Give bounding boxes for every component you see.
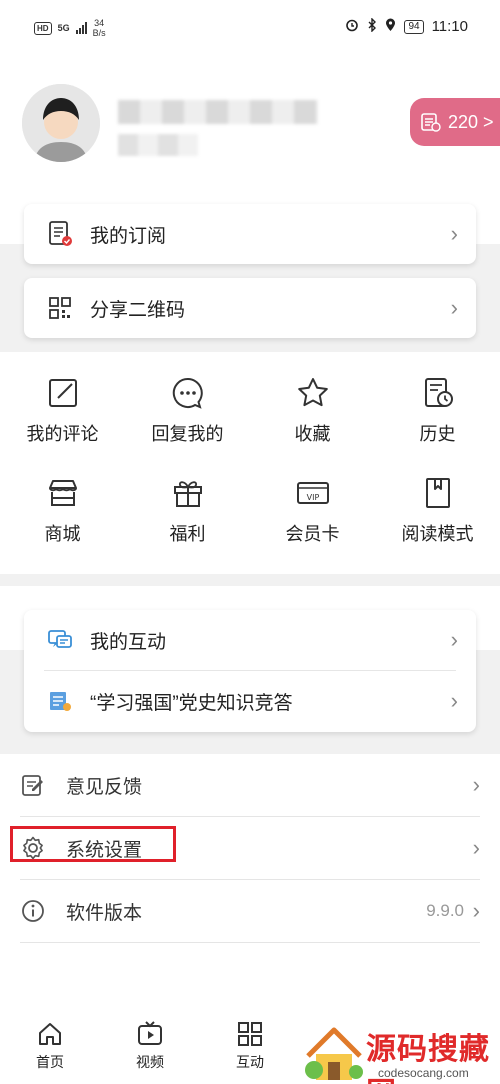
tab-home[interactable]: 首页 — [0, 1012, 100, 1084]
gift-icon — [173, 481, 202, 507]
grid-item-reading-mode[interactable]: 阅读模式 — [375, 462, 500, 562]
share-qr-label: 分享二维码 — [90, 299, 186, 321]
quiz-icon — [46, 687, 74, 715]
tab-video[interactable]: 视频 — [100, 1012, 200, 1084]
grid-item-benefits[interactable]: 福利 — [125, 462, 250, 562]
info-icon — [22, 900, 44, 922]
tab-label: 视频 — [136, 1054, 164, 1070]
svg-text:VIP: VIP — [306, 493, 319, 502]
edit-icon — [48, 379, 77, 407]
grid-label: 收藏 — [294, 424, 331, 444]
watermark-url: codesocang.com — [378, 1066, 469, 1080]
software-version-row[interactable]: 软件版本 9.9.0 › — [0, 880, 500, 942]
qr-card: 分享二维码 › — [24, 278, 476, 338]
chevron-right-icon: › — [450, 627, 458, 652]
section-separator — [0, 574, 500, 586]
grid-label: 阅读模式 — [401, 524, 474, 544]
points-value: 220 > — [448, 111, 494, 132]
chevron-right-icon: › — [472, 898, 480, 923]
grid-item-favorites[interactable]: 收藏 — [250, 362, 375, 462]
grid-item-vip-card[interactable]: VIP 会员卡 — [250, 462, 375, 562]
status-right: 94 11:10 — [345, 17, 468, 35]
bookmark-icon — [425, 478, 450, 508]
network-speed: 34 B/s — [93, 18, 106, 38]
username-blurred — [118, 100, 318, 124]
grid-label: 会员卡 — [285, 524, 340, 544]
feedback-row[interactable]: 意见反馈 › — [0, 754, 500, 816]
status-bar: HD 5G 34 B/s 94 11:10 — [0, 0, 500, 56]
feedback-label: 意见反馈 — [66, 776, 143, 798]
my-interaction-row[interactable]: 我的互动 › — [24, 610, 476, 670]
grid-icon — [238, 1022, 262, 1046]
grid-item-replies[interactable]: 回复我的 — [125, 362, 250, 462]
grid-label: 商城 — [44, 524, 81, 544]
interaction-icon — [46, 626, 74, 654]
subscription-card: 我的订阅 › — [24, 204, 476, 264]
tab-label: 互动 — [236, 1054, 264, 1070]
video-icon — [138, 1021, 162, 1045]
grid-item-store[interactable]: 商城 — [0, 462, 125, 562]
qr-code-icon — [46, 294, 74, 322]
grid-item-history[interactable]: 历史 — [375, 362, 500, 462]
chevron-right-icon: › — [472, 835, 480, 860]
chat-bubble-icon — [172, 377, 203, 409]
status-left: HD 5G 34 B/s — [34, 18, 106, 38]
star-icon — [297, 378, 328, 407]
points-badge[interactable]: 220 > — [410, 98, 500, 146]
bluetooth-icon — [367, 17, 377, 35]
speed-value: 34 — [94, 18, 105, 28]
coins-icon — [421, 113, 441, 132]
interaction-card: 我的互动 › “学习强国”党史知识竞答 › — [24, 610, 476, 732]
grid-label: 福利 — [169, 524, 206, 544]
chevron-right-icon: › — [450, 221, 458, 246]
chevron-right-icon: › — [450, 688, 458, 713]
network-type: 5G — [57, 23, 70, 33]
share-qr-row[interactable]: 分享二维码 › — [24, 278, 476, 338]
divider — [20, 942, 480, 943]
my-subscription-label: 我的订阅 — [90, 225, 167, 247]
feature-grid: 我的评论 回复我的 收藏 历史 商城 福利 VIP 会员卡 阅读模式 — [0, 362, 500, 574]
version-number: 9.9.0 — [426, 901, 464, 920]
my-interaction-label: 我的互动 — [90, 631, 167, 653]
highlight-box — [10, 826, 176, 862]
subscription-icon — [46, 220, 74, 248]
tab-interaction[interactable]: 互动 — [200, 1012, 300, 1084]
watermark-house-logo — [305, 1027, 363, 1080]
location-icon — [385, 18, 396, 35]
history-icon — [424, 378, 453, 407]
clock: 11:10 — [431, 18, 468, 35]
software-version-label: 软件版本 — [66, 902, 143, 924]
vip-card-icon: VIP — [296, 482, 329, 504]
signal-icon — [75, 22, 87, 34]
grid-label: 回复我的 — [151, 424, 224, 444]
grid-label: 历史 — [419, 424, 456, 444]
grid-label: 我的评论 — [26, 424, 99, 444]
chevron-right-icon: › — [450, 295, 458, 320]
avatar[interactable] — [22, 84, 100, 162]
speed-unit: B/s — [92, 28, 106, 38]
quiz-row[interactable]: “学习强国”党史知识竞答 › — [24, 671, 476, 731]
home-icon — [39, 1023, 61, 1045]
battery-indicator: 94 — [404, 19, 424, 34]
avatar-illustration — [22, 84, 100, 162]
quiz-label: “学习强国”党史知识竞答 — [90, 692, 293, 714]
chevron-right-icon: › — [472, 772, 480, 797]
hd-badge: HD — [34, 21, 52, 35]
store-icon — [48, 480, 77, 506]
my-subscription-row[interactable]: 我的订阅 › — [24, 204, 476, 264]
user-info-blurred — [118, 134, 198, 156]
feedback-icon — [22, 775, 43, 796]
tab-label: 首页 — [36, 1054, 64, 1070]
grid-item-my-comments[interactable]: 我的评论 — [0, 362, 125, 462]
alarm-icon — [345, 18, 359, 35]
watermark: 源码搜藏网 codesocang.com — [300, 1022, 500, 1084]
